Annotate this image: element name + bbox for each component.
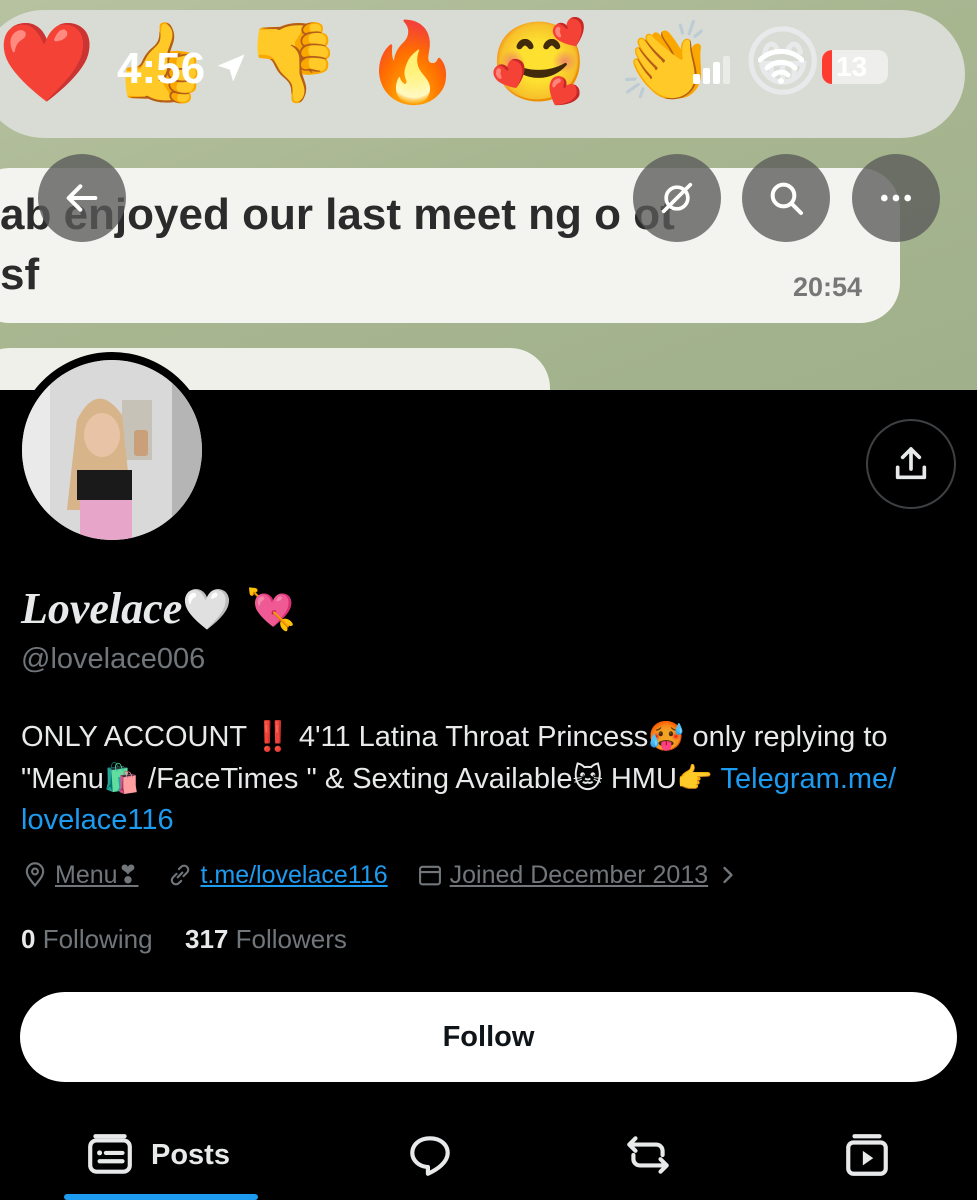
eye-slash-icon: [661, 182, 693, 214]
profile-meta: Menu❣ t.me/lovelace116 Joined December 2…: [21, 858, 748, 892]
active-tab-indicator: [64, 1194, 258, 1200]
avatar-image: [22, 360, 202, 540]
battery-indicator: 13: [822, 50, 888, 84]
bio-text-1: ONLY ACCOUNT: [21, 721, 255, 753]
followers-link[interactable]: 317 Followers: [185, 924, 347, 954]
battery-level: [822, 50, 832, 84]
reaction-fire: 🔥: [364, 18, 462, 108]
display-name-text: Lovelace: [21, 584, 183, 633]
back-button[interactable]: [38, 154, 126, 242]
share-button[interactable]: [866, 419, 956, 509]
calendar-icon: [418, 865, 441, 886]
handle: @lovelace006: [21, 643, 206, 675]
tab-reposts[interactable]: [623, 1125, 673, 1185]
share-icon: [895, 447, 927, 480]
tab-posts[interactable]: Posts: [85, 1125, 230, 1185]
battery-percent: 13: [836, 51, 868, 82]
bio-text-4: /FaceTimes " & Sexting Available: [139, 763, 573, 795]
following-count: 0: [21, 924, 36, 954]
repost-icon: [627, 1136, 669, 1174]
avatar-photo: [22, 360, 202, 540]
following-link[interactable]: 0 Following: [21, 924, 153, 954]
reaction-thumbs-down: 👎: [244, 18, 342, 108]
search-icon: [770, 182, 803, 215]
profile-tabs: Posts: [0, 1115, 977, 1200]
display-name: Lovelace🤍 💘: [21, 583, 296, 634]
bio: ONLY ACCOUNT ‼️ 4'11 Latina Throat Princ…: [21, 716, 956, 841]
display-name-emoji: 🤍 💘: [182, 587, 296, 633]
joined-date[interactable]: Joined December 2013: [450, 861, 709, 890]
more-icon: [881, 194, 911, 202]
follow-button[interactable]: Follow: [20, 992, 957, 1082]
tab-media[interactable]: [842, 1125, 892, 1185]
video-collection-icon: [846, 1134, 888, 1176]
followers-label: Followers: [235, 924, 347, 954]
followers-count: 317: [185, 924, 229, 954]
search-button[interactable]: [742, 154, 830, 242]
avatar[interactable]: [14, 352, 210, 548]
reaction-smiling-hearts: 🥰: [490, 18, 588, 108]
chat-message-time: 20:54: [792, 272, 862, 302]
wifi-icon: [758, 48, 804, 84]
arrow-left-icon: [66, 184, 98, 212]
link-icon: [171, 864, 190, 886]
posts-icon: [88, 1134, 132, 1174]
tab-posts-label: Posts: [151, 1138, 230, 1171]
bio-text-2: 4'11 Latina Throat Princess: [290, 721, 649, 753]
chevron-right-icon[interactable]: [714, 861, 742, 889]
chat-message-line2: sf: [0, 250, 40, 299]
bio-emoji-2: 🥵: [648, 719, 685, 753]
hide-button[interactable]: [633, 154, 721, 242]
status-time: 4:56: [117, 44, 206, 93]
bio-emoji-3: 🛍️: [103, 761, 140, 795]
follow-counts: 0 Following 317 Followers: [21, 924, 347, 955]
signal-icon: [693, 56, 730, 84]
location-pin-icon: [25, 862, 45, 888]
bio-text-5: HMU: [602, 763, 677, 795]
bio-emoji-4: 🐱: [572, 761, 603, 795]
more-button[interactable]: [852, 154, 940, 242]
location-text: Menu❣: [55, 861, 139, 889]
bio-emoji-1: ‼️: [254, 719, 291, 753]
reaction-heart: ❤️: [0, 18, 96, 108]
following-label: Following: [42, 924, 153, 954]
reply-bubble-icon: [410, 1136, 450, 1176]
location-arrow-icon: [217, 54, 245, 82]
website-link[interactable]: t.me/lovelace116: [200, 861, 387, 890]
tab-replies[interactable]: [405, 1125, 455, 1185]
bio-emoji-5: 👉: [676, 761, 714, 795]
